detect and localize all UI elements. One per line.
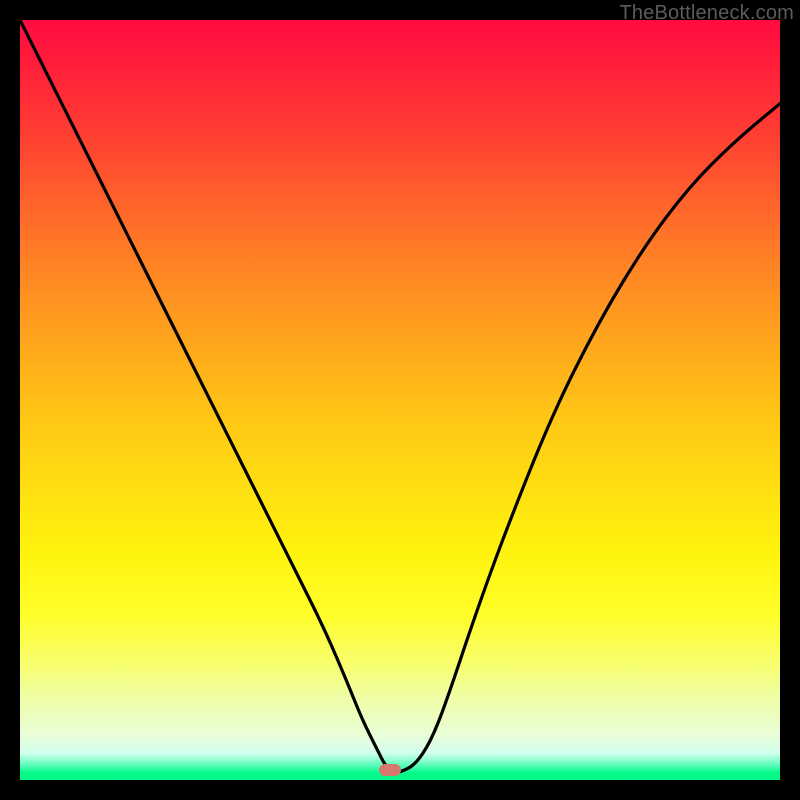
curve-path <box>20 20 780 772</box>
chart-frame: TheBottleneck.com <box>0 0 800 800</box>
plot-area <box>20 20 780 780</box>
optimal-marker <box>379 764 401 776</box>
bottleneck-curve <box>20 20 780 780</box>
watermark-text: TheBottleneck.com <box>619 2 794 25</box>
